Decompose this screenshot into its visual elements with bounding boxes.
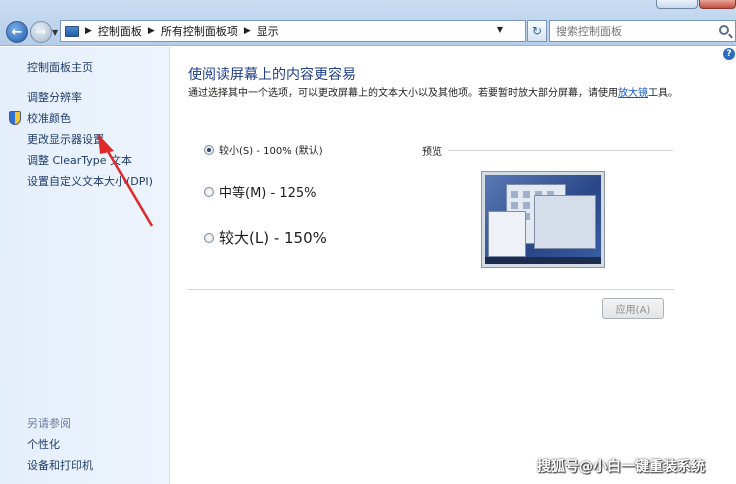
preview-divider bbox=[448, 150, 673, 151]
breadcrumb-display[interactable]: 显示 bbox=[257, 23, 279, 39]
search-box[interactable] bbox=[549, 20, 736, 42]
chevron-right-icon[interactable]: ▶ bbox=[148, 26, 155, 36]
arrow-left-icon: ← bbox=[11, 24, 23, 40]
sidebar-link-devices-printers[interactable]: 设备和打印机 bbox=[27, 457, 93, 473]
uac-shield-icon bbox=[9, 111, 21, 125]
preview-tile bbox=[511, 202, 518, 209]
see-also-heading: 另请参阅 bbox=[27, 417, 71, 430]
radio-smaller[interactable] bbox=[204, 144, 214, 155]
sidebar-link-home[interactable]: 控制面板主页 bbox=[27, 59, 93, 75]
help-icon[interactable]: ? bbox=[723, 48, 735, 60]
close-button[interactable] bbox=[699, 0, 736, 9]
window-toolbar: ← → ▼ ▶ 控制面板 ▶ 所有控制面板项 ▶ 显示 ▼ ↻ bbox=[0, 0, 736, 46]
refresh-icon: ↻ bbox=[531, 24, 543, 38]
control-panel-icon bbox=[65, 25, 79, 37]
description-end: 工具。 bbox=[648, 88, 678, 99]
description-text: 通过选择其中一个选项，可以更改屏幕上的文本大小以及其他项。若要暂时放大部分屏幕，… bbox=[188, 88, 618, 99]
option-larger[interactable]: 较大(L) - 150% bbox=[204, 227, 327, 248]
option-smaller[interactable]: 较小(S) - 100% (默认) bbox=[204, 142, 323, 157]
forward-button[interactable]: → bbox=[30, 21, 52, 43]
preview-image bbox=[481, 171, 605, 268]
arrow-right-icon: → bbox=[35, 24, 47, 40]
sidebar-link-resolution[interactable]: 调整分辨率 bbox=[27, 89, 82, 105]
address-bar[interactable]: ▶ 控制面板 ▶ 所有控制面板项 ▶ 显示 ▼ bbox=[60, 20, 526, 42]
page-title: 使阅读屏幕上的内容更容易 bbox=[188, 67, 356, 83]
breadcrumb-control-panel[interactable]: 控制面板 bbox=[98, 23, 142, 39]
radio-medium[interactable] bbox=[204, 186, 214, 197]
preview-taskbar bbox=[485, 257, 601, 264]
back-button[interactable]: ← bbox=[6, 21, 28, 43]
sidebar-link-personalization[interactable]: 个性化 bbox=[27, 436, 60, 452]
sidebar-link-display-settings[interactable]: 更改显示器设置 bbox=[27, 131, 104, 147]
sidebar-link-calibrate-color[interactable]: 校准颜色 bbox=[27, 110, 71, 126]
maximize-button[interactable] bbox=[656, 0, 698, 9]
divider bbox=[188, 289, 674, 290]
radio-larger[interactable] bbox=[204, 232, 214, 243]
option-medium-label: 中等(M) - 125% bbox=[219, 186, 317, 201]
sidebar: 控制面板主页 调整分辨率 校准颜色 更改显示器设置 调整 ClearType 文… bbox=[0, 47, 170, 484]
search-input[interactable] bbox=[550, 21, 710, 41]
preview-window bbox=[534, 195, 596, 249]
preview-tile bbox=[523, 191, 530, 198]
preview-window bbox=[488, 211, 526, 257]
preview-tile bbox=[523, 202, 530, 209]
chevron-right-icon[interactable]: ▶ bbox=[85, 26, 92, 36]
preview-tile bbox=[511, 191, 518, 198]
preview-label: 预览 bbox=[422, 147, 442, 158]
watermark: 搜狐号@小白一键重装系统 bbox=[537, 459, 705, 475]
preview-desktop bbox=[485, 175, 601, 264]
sidebar-link-custom-dpi[interactable]: 设置自定义文本大小(DPI) bbox=[27, 173, 153, 189]
sidebar-link-cleartype[interactable]: 调整 ClearType 文本 bbox=[27, 152, 132, 168]
search-icon[interactable] bbox=[719, 25, 729, 35]
option-medium[interactable]: 中等(M) - 125% bbox=[204, 182, 316, 201]
option-larger-label: 较大(L) - 150% bbox=[219, 229, 327, 247]
refresh-button[interactable]: ↻ bbox=[527, 20, 547, 42]
apply-button[interactable]: 应用(A) bbox=[602, 298, 664, 319]
breadcrumb-all-items[interactable]: 所有控制面板项 bbox=[161, 23, 238, 39]
page-description: 通过选择其中一个选项，可以更改屏幕上的文本大小以及其他项。若要暂时放大部分屏幕，… bbox=[188, 86, 688, 101]
option-smaller-label: 较小(S) - 100% (默认) bbox=[219, 146, 323, 157]
magnifier-link[interactable]: 放大镜 bbox=[618, 88, 648, 99]
recent-pages-dropdown-icon[interactable]: ▼ bbox=[52, 28, 58, 37]
chevron-right-icon[interactable]: ▶ bbox=[244, 26, 251, 36]
address-dropdown-icon[interactable]: ▼ bbox=[497, 25, 503, 34]
